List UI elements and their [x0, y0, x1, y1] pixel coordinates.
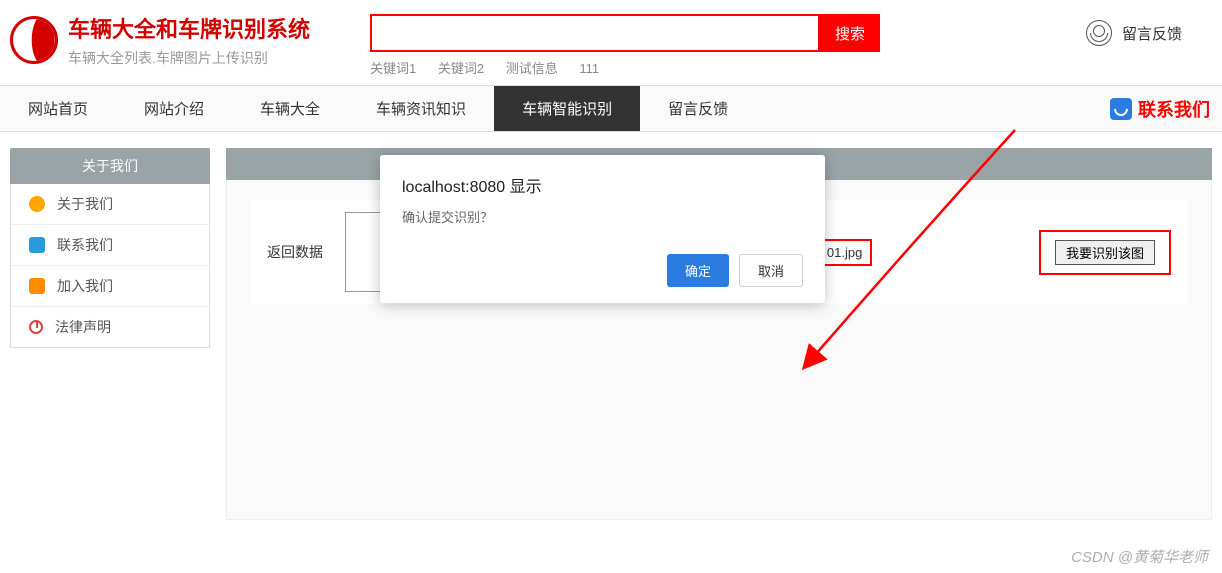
sidebar-item-label: 联系我们	[57, 235, 113, 255]
watermark: CSDN @黄菊华老师	[1071, 546, 1208, 567]
selected-file-name: 01.jpg	[817, 239, 872, 266]
nav-tab-recognition[interactable]: 车辆智能识别	[494, 86, 640, 131]
nav-tab-about[interactable]: 网站介绍	[116, 86, 232, 131]
nav-tabs: 网站首页 网站介绍 车辆大全 车辆资讯知识 车辆智能识别 留言反馈	[0, 86, 1098, 131]
search-input[interactable]	[370, 14, 820, 52]
sidebar-title: 关于我们	[10, 148, 210, 184]
sidebar-item-label: 关于我们	[57, 194, 113, 214]
sidebar-item-legal[interactable]: 法律声明	[11, 307, 209, 347]
app-subtitle: 车辆大全列表.车牌图片上传识别	[68, 48, 310, 68]
keyword-link[interactable]: 测试信息	[506, 61, 558, 76]
document-icon	[29, 237, 45, 253]
feedback-link[interactable]: 留言反馈	[1086, 20, 1212, 46]
nav-tab-feedback[interactable]: 留言反馈	[640, 86, 756, 131]
dialog-title: localhost:8080 显示	[402, 173, 803, 197]
return-data-label: 返回数据	[267, 242, 327, 262]
contact-us-label: 联系我们	[1138, 96, 1210, 122]
recognize-highlight: 我要识别该图	[1039, 230, 1171, 275]
logo-icon	[10, 16, 58, 64]
dialog-cancel-button[interactable]: 取消	[739, 254, 803, 287]
confirm-dialog: localhost:8080 显示 确认提交识别？ 确定 取消	[380, 155, 825, 303]
sidebar-item-join[interactable]: 加入我们	[11, 266, 209, 307]
keyword-link[interactable]: 111	[579, 61, 599, 76]
sidebar-item-label: 法律声明	[55, 317, 111, 337]
feedback-label: 留言反馈	[1122, 23, 1182, 44]
info-icon	[29, 196, 45, 212]
support-icon	[1086, 20, 1112, 46]
lock-icon	[29, 278, 45, 294]
dialog-ok-button[interactable]: 确定	[667, 254, 729, 287]
recognize-button[interactable]: 我要识别该图	[1055, 240, 1155, 265]
phone-icon	[1110, 98, 1132, 120]
app-title: 车辆大全和车牌识别系统	[68, 12, 310, 44]
nav-tab-home[interactable]: 网站首页	[0, 86, 116, 131]
sidebar-item-about[interactable]: 关于我们	[11, 184, 209, 225]
power-icon	[29, 320, 43, 334]
nav-tab-news[interactable]: 车辆资讯知识	[348, 86, 494, 131]
contact-us-link[interactable]: 联系我们	[1098, 86, 1222, 131]
search-button[interactable]: 搜索	[820, 14, 880, 52]
sidebar-item-label: 加入我们	[57, 276, 113, 296]
sidebar-item-contact[interactable]: 联系我们	[11, 225, 209, 266]
dialog-message: 确认提交识别？	[402, 207, 803, 226]
keyword-link[interactable]: 关键词1	[370, 61, 416, 76]
keyword-link[interactable]: 关键词2	[438, 61, 484, 76]
nav-tab-vehicles[interactable]: 车辆大全	[232, 86, 348, 131]
keyword-row: 关键词1 关键词2 测试信息 111	[370, 58, 880, 77]
